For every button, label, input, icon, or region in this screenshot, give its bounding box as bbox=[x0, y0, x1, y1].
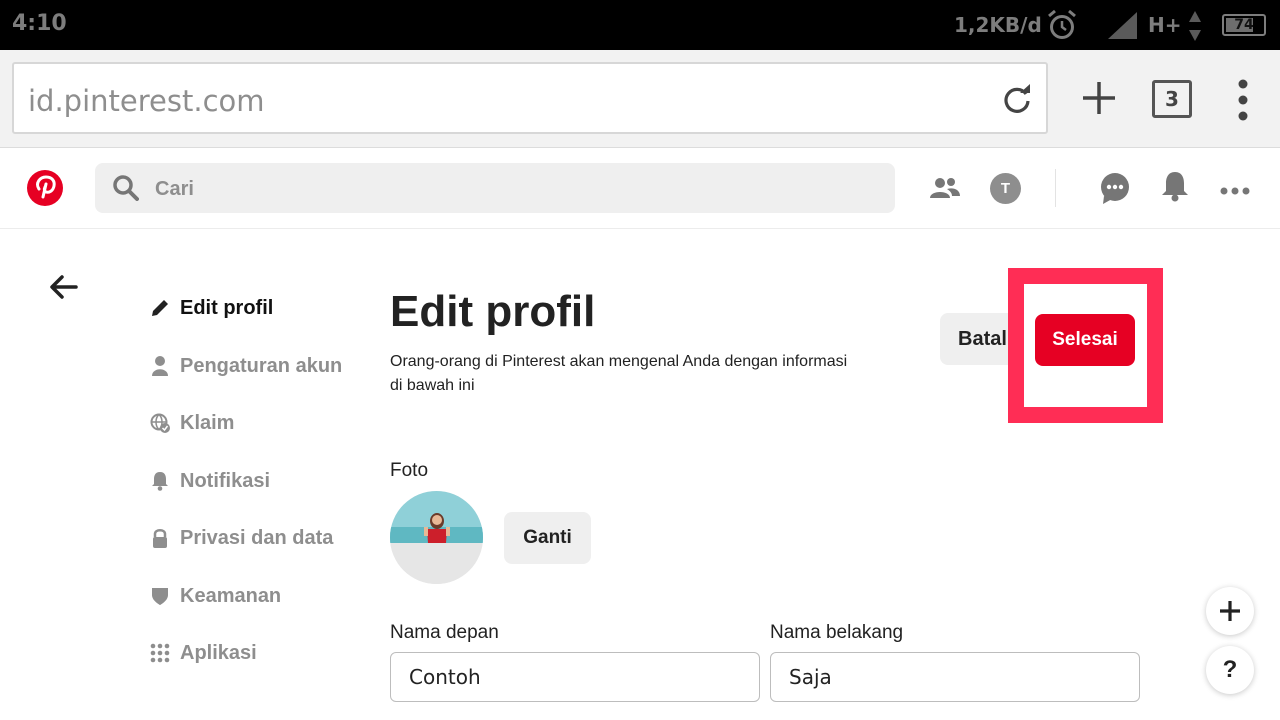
person-icon bbox=[150, 356, 170, 376]
globe-check-icon bbox=[150, 413, 170, 433]
change-photo-button[interactable]: Ganti bbox=[504, 512, 591, 564]
first-name-field[interactable] bbox=[390, 652, 760, 702]
alarm-icon bbox=[1046, 8, 1078, 47]
done-button[interactable]: Selesai bbox=[1035, 314, 1135, 366]
sidebar-item-security[interactable]: Keamanan bbox=[150, 578, 390, 614]
header-divider bbox=[1055, 169, 1056, 207]
page-title: Edit profil bbox=[390, 287, 596, 336]
sidebar-item-apps[interactable]: Aplikasi bbox=[150, 635, 390, 671]
pinterest-logo-icon[interactable] bbox=[27, 170, 63, 211]
shield-icon bbox=[150, 586, 170, 606]
site-header: Cari T bbox=[0, 148, 1280, 229]
lock-icon bbox=[150, 528, 170, 548]
search-icon bbox=[113, 175, 139, 206]
sidebar-item-label: Privasi dan data bbox=[180, 527, 334, 549]
sidebar-item-edit-profile[interactable]: Edit profil bbox=[150, 290, 390, 326]
status-net-speed: 1,2KB/d bbox=[954, 13, 1042, 37]
first-name-label: Nama depan bbox=[390, 622, 499, 643]
last-name-label: Nama belakang bbox=[770, 622, 904, 643]
reload-icon[interactable] bbox=[1002, 84, 1032, 119]
battery-percent: 74 bbox=[1234, 17, 1254, 33]
address-bar[interactable]: id.pinterest.com bbox=[12, 62, 1048, 134]
signal-icon bbox=[1108, 12, 1138, 45]
url-text[interactable]: id.pinterest.com bbox=[28, 84, 265, 118]
status-bar: 4:10 1,2KB/d H+ 74 bbox=[0, 0, 1280, 50]
people-icon[interactable] bbox=[930, 176, 960, 205]
sidebar-item-label: Aplikasi bbox=[180, 642, 257, 664]
back-arrow-icon[interactable] bbox=[48, 274, 78, 305]
sidebar-item-label: Klaim bbox=[180, 412, 235, 434]
last-name-field[interactable] bbox=[770, 652, 1140, 702]
plus-icon bbox=[1219, 600, 1241, 627]
page-description: Orang-orang di Pinterest akan mengenal A… bbox=[390, 353, 848, 394]
new-tab-icon[interactable] bbox=[1082, 81, 1116, 120]
messages-icon[interactable] bbox=[1100, 172, 1130, 209]
tab-switcher-button[interactable]: 3 bbox=[1152, 80, 1192, 118]
search-placeholder: Cari bbox=[155, 178, 194, 200]
battery-icon: 74 bbox=[1222, 14, 1266, 36]
data-transfer-icon bbox=[1188, 11, 1202, 46]
status-time: 4:10 bbox=[12, 11, 67, 36]
sidebar-item-label: Keamanan bbox=[180, 585, 282, 607]
browser-toolbar: id.pinterest.com 3 bbox=[0, 50, 1280, 148]
profile-photo bbox=[390, 491, 483, 584]
bell-icon bbox=[150, 471, 170, 491]
pencil-icon bbox=[150, 298, 170, 318]
search-input[interactable]: Cari bbox=[95, 163, 895, 213]
photo-label: Foto bbox=[390, 460, 429, 481]
grid-icon bbox=[150, 643, 170, 663]
sidebar-item-account-settings[interactable]: Pengaturan akun bbox=[150, 348, 390, 384]
sidebar-item-privacy[interactable]: Privasi dan data bbox=[150, 520, 390, 556]
help-button[interactable]: ? bbox=[1206, 646, 1254, 694]
sidebar-item-claim[interactable]: Klaim bbox=[150, 405, 390, 441]
sidebar-item-label: Notifikasi bbox=[180, 470, 271, 492]
create-pin-button[interactable] bbox=[1206, 587, 1254, 635]
notifications-bell-icon[interactable] bbox=[1161, 170, 1189, 207]
sidebar-item-label: Edit profil bbox=[180, 297, 274, 319]
help-icon: ? bbox=[1222, 656, 1238, 683]
user-avatar[interactable]: T bbox=[990, 173, 1021, 204]
more-options-icon[interactable] bbox=[1220, 183, 1250, 201]
status-network-type: H+ bbox=[1148, 13, 1182, 37]
sidebar-item-notifications[interactable]: Notifikasi bbox=[150, 463, 390, 499]
overflow-menu-icon[interactable] bbox=[1236, 79, 1250, 126]
sidebar-item-label: Pengaturan akun bbox=[180, 355, 343, 377]
